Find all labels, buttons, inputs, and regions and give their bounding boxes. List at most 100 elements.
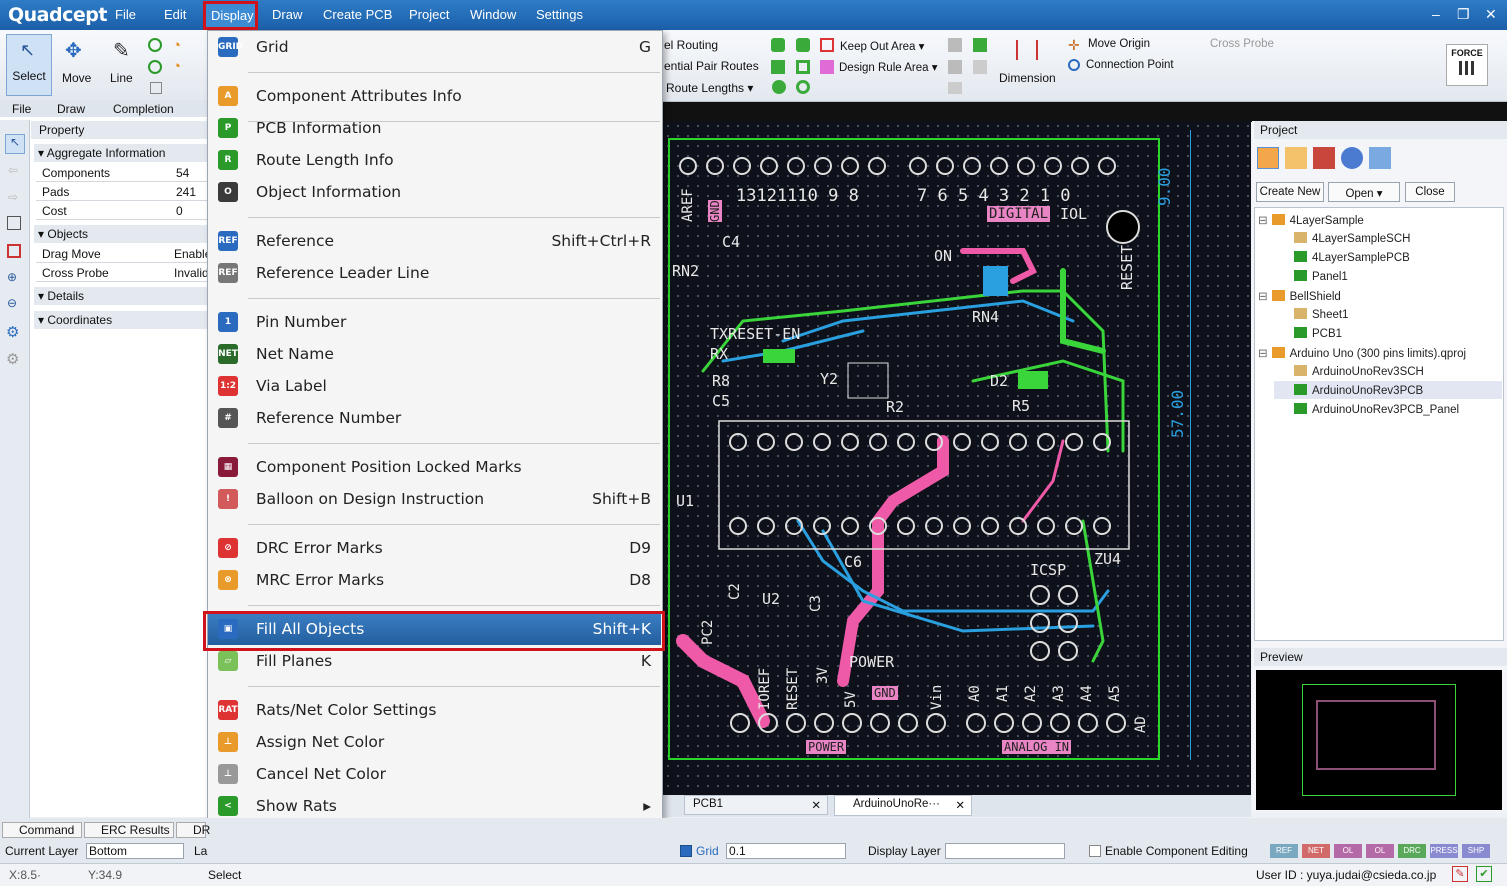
enable-edit-checkbox[interactable] [1089, 845, 1101, 857]
settings-icon[interactable]: ⚙ [6, 323, 19, 341]
menu-item-balloon-on-design-instruction[interactable]: ! Balloon on Design Instruction Shift+B [208, 483, 661, 515]
tab-completion[interactable]: Completion [113, 102, 174, 118]
route-icon[interactable] [771, 38, 785, 52]
menu-file[interactable]: File [115, 7, 136, 22]
menu-project[interactable]: Project [409, 7, 449, 22]
details-header[interactable]: ▾ Details [34, 287, 208, 305]
tree-item[interactable]: ArduinoUnoRev3PCB [1274, 381, 1502, 399]
circle-tool-icon[interactable] [148, 38, 162, 52]
display-layer-select[interactable] [945, 843, 1065, 859]
drag-move-value[interactable]: Enable [174, 247, 208, 261]
menu-display[interactable]: Display [203, 1, 258, 30]
plane2-icon[interactable] [796, 60, 810, 74]
via-icon[interactable] [772, 80, 786, 94]
keep-out-button[interactable]: Keep Out Area ▾ [840, 39, 924, 53]
tree-item[interactable]: 4LayerSamplePCB [1274, 248, 1502, 266]
tab-file[interactable]: File [12, 102, 31, 118]
route-lengths-button[interactable]: Route Lengths ▾ [666, 81, 753, 95]
layer-badge[interactable]: OL [1334, 844, 1362, 858]
gray-tool3-icon[interactable] [973, 60, 987, 74]
current-layer-select[interactable]: Bottom [86, 843, 184, 859]
collapse-icon[interactable]: ⊟ [1258, 291, 1268, 303]
menu-item-grid[interactable]: GRID Grid G [208, 31, 661, 63]
line-button[interactable]: Line [110, 71, 133, 85]
menu-item-reference-number[interactable]: # Reference Number [208, 402, 661, 434]
close-window-button[interactable]: ✕ [1485, 6, 1497, 23]
project-tool-3-icon[interactable] [1313, 147, 1335, 169]
project-tool-4-icon[interactable] [1341, 147, 1363, 169]
layer-badge[interactable]: OL [1366, 844, 1394, 858]
tree-item[interactable]: ⊟ 4LayerSample [1258, 210, 1502, 228]
preview-pane[interactable] [1256, 670, 1502, 810]
menu-item-assign-net-color[interactable]: ⊥ Assign Net Color [208, 726, 661, 758]
menu-item-component-attributes-info[interactable]: A Component Attributes Info [208, 80, 661, 112]
force-button[interactable]: FORCE [1446, 44, 1488, 86]
erc-results-tab[interactable]: ERC Results [84, 822, 174, 838]
menu-item-net-name[interactable]: NET Net Name [208, 338, 661, 370]
confirm-icon[interactable]: ✔ [1476, 866, 1492, 882]
zoom-in-icon[interactable]: ⊕ [7, 270, 17, 284]
menu-edit[interactable]: Edit [164, 7, 186, 22]
menu-item-reference[interactable]: REF Reference Shift+Ctrl+R [208, 225, 661, 257]
gray-tool2-icon[interactable] [948, 60, 962, 74]
layer-badge[interactable]: REF [1270, 844, 1298, 858]
edit-tool-icon[interactable] [150, 82, 162, 94]
menu-item-pin-number[interactable]: 1 Pin Number [208, 306, 661, 338]
plane-icon[interactable] [771, 60, 785, 74]
arc-tool2-icon[interactable]: ◔ [172, 58, 181, 75]
menu-item-via-label[interactable]: 1:2 Via Label [208, 370, 661, 402]
command-tab[interactable]: Command [2, 822, 82, 838]
tree-item[interactable]: ⊟ Arduino Uno (300 pins limits).qproj [1258, 343, 1502, 361]
tree-item[interactable]: ArduinoUnoRev3SCH [1274, 362, 1502, 380]
menu-settings[interactable]: Settings [536, 7, 583, 22]
via2-icon[interactable] [796, 80, 810, 94]
cross-probe-button[interactable]: Cross Probe [1210, 38, 1274, 50]
zoom-out-icon[interactable]: ⊖ [7, 296, 17, 310]
menu-item-cancel-net-color[interactable]: ⊥ Cancel Net Color [208, 758, 661, 790]
grid-select[interactable]: 0.1 [726, 843, 846, 859]
project-tool-5-icon[interactable] [1369, 147, 1391, 169]
save-icon[interactable] [7, 216, 21, 230]
move-origin-button[interactable]: Move Origin [1088, 38, 1150, 50]
menu-item-drc-error-marks[interactable]: ⊘ DRC Error Marks D9 [208, 532, 661, 564]
menu-item-route-length-info[interactable]: R Route Length Info [208, 144, 661, 176]
routing-button[interactable]: el Routing [664, 38, 718, 52]
open-button[interactable]: Open ▾ [1328, 182, 1400, 202]
dr-tab[interactable]: DR [176, 822, 210, 838]
dimension-button[interactable]: Dimension [999, 71, 1056, 85]
grid-checkbox[interactable] [680, 845, 692, 857]
settings2-icon[interactable]: ⚙ [6, 350, 19, 368]
coordinates-header[interactable]: ▾ Coordinates [34, 311, 208, 329]
minimize-button[interactable]: – [1432, 6, 1440, 22]
close-tab2-icon[interactable]: ✕ [955, 798, 965, 812]
tree-item[interactable]: Panel1 [1274, 267, 1502, 285]
project-tool-1-icon[interactable] [1257, 147, 1279, 169]
close-tab-icon[interactable]: ✕ [811, 798, 821, 812]
tree-item[interactable]: ArduinoUnoRev3PCB_Panel [1274, 400, 1502, 418]
design-rule-button[interactable]: Design Rule Area ▾ [839, 60, 937, 74]
tree-item[interactable]: PCB1 [1274, 324, 1502, 342]
menu-item-pcb-information[interactable]: P PCB Information [208, 112, 661, 144]
menu-item-component-position-locked-marks[interactable]: ▦ Component Position Locked Marks [208, 451, 661, 483]
maximize-button[interactable]: ❐ [1457, 6, 1470, 23]
tree-item[interactable]: ⊟ BellShield [1258, 286, 1502, 304]
gray-tool-icon[interactable] [948, 38, 962, 52]
zoom-fit-icon[interactable] [7, 244, 21, 258]
route2-icon[interactable] [796, 38, 810, 52]
cross-probe-value[interactable]: Invalid [174, 266, 208, 280]
aggregate-header[interactable]: ▾ Aggregate Information [34, 144, 208, 162]
green-tool-icon[interactable] [973, 38, 987, 52]
objects-header[interactable]: ▾ Objects [34, 225, 208, 243]
arc-tool-icon[interactable]: ◔ [172, 37, 181, 54]
menu-item-rats-net-color-settings[interactable]: RAT Rats/Net Color Settings [208, 694, 661, 726]
back-icon[interactable]: ⇦ [8, 163, 18, 177]
gray-tool4-icon[interactable] [948, 82, 962, 94]
menu-item-mrc-error-marks[interactable]: ⊗ MRC Error Marks D8 [208, 564, 661, 596]
create-new-button[interactable]: Create New [1256, 182, 1324, 202]
tab-arduino[interactable]: ArduinoUnoRe··· ✕ [834, 795, 972, 816]
diff-pair-button[interactable]: ential Pair Routes [664, 59, 759, 73]
layer-badge[interactable]: NET [1302, 844, 1330, 858]
menu-item-object-information[interactable]: O Object Information [208, 176, 661, 208]
menu-draw[interactable]: Draw [272, 7, 302, 22]
move-button[interactable]: Move [62, 71, 91, 85]
